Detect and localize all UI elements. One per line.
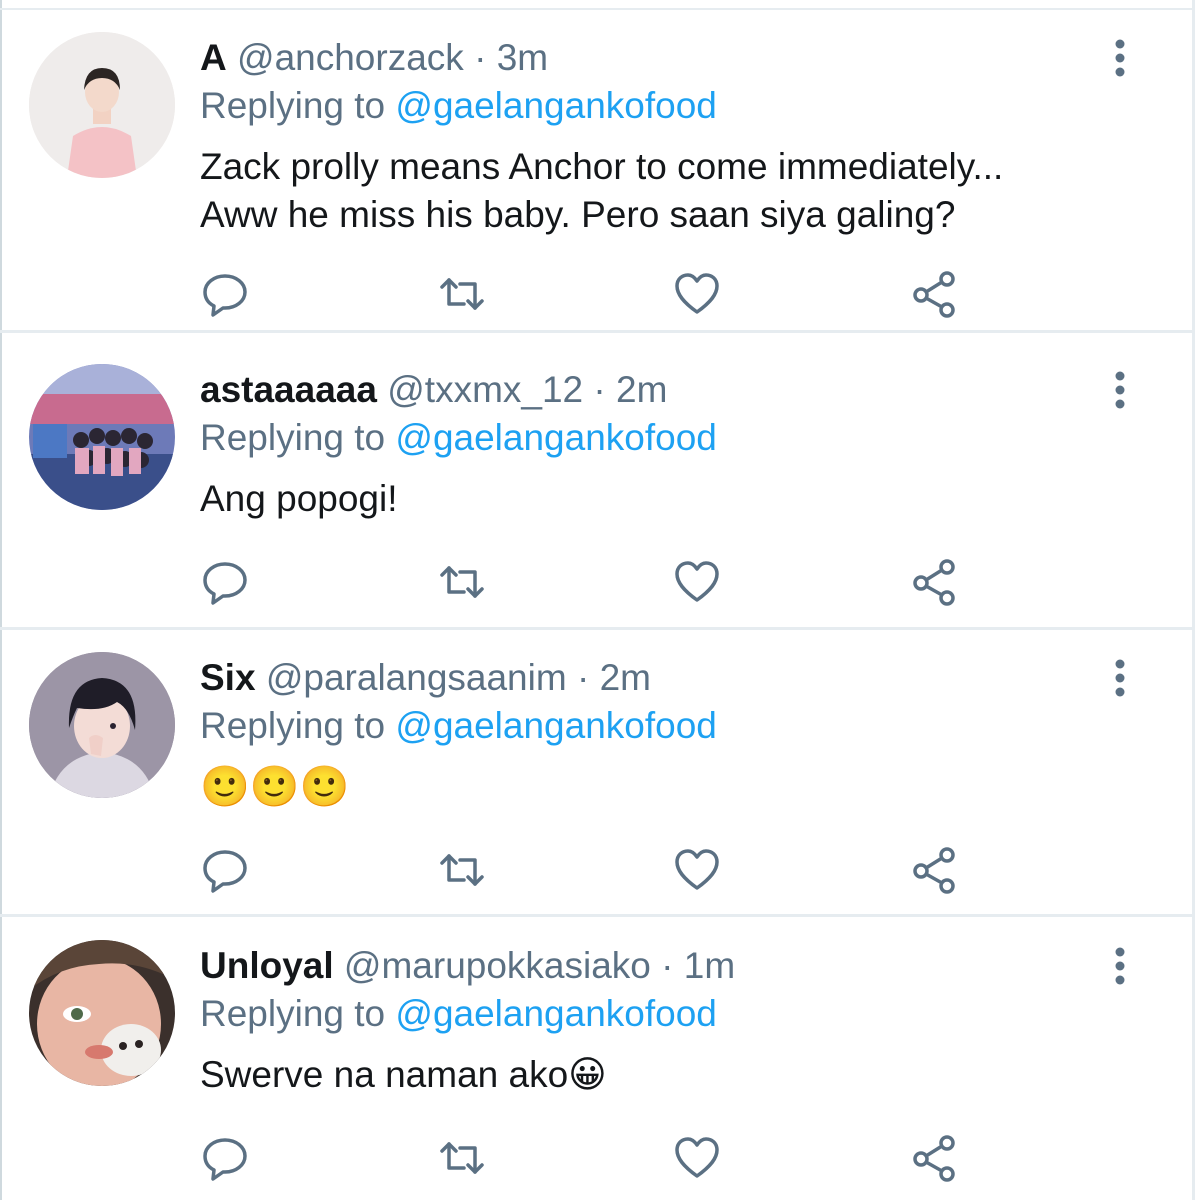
user-handle[interactable]: @anchorzack [237,37,464,78]
tweet-text: 🙂🙂🙂 [200,763,1100,811]
tweet-text: Zack prolly means Anchor to come immedia… [200,143,1100,239]
separator-dot: · [474,37,487,78]
replying-to-handle[interactable]: @gaelangankofood [395,993,717,1034]
retweet-icon[interactable] [438,270,486,318]
reply-bubble-icon[interactable] [201,270,249,318]
tweet-text-line: Ang popogi! [200,478,398,519]
tweet-item[interactable]: Unloyal @marupokkasiako · 1m Replying to… [0,908,1195,1196]
reply-bubble-icon[interactable] [201,1134,249,1182]
tweet-header: astaaaaaa @txxmx_12 · 2m [200,368,667,412]
avatar[interactable] [29,32,175,178]
tweet-header: Six @paralangsaanim · 2m [200,656,651,700]
share-icon[interactable] [911,558,959,606]
replying-to-line: Replying to @gaelangankofood [200,416,717,460]
more-vertical-icon[interactable] [1104,658,1136,698]
heart-icon[interactable] [673,558,721,606]
replying-label: Replying to [200,417,386,458]
timestamp[interactable]: 1m [684,945,735,986]
replying-to-line: Replying to @gaelangankofood [200,704,717,748]
tweet-item[interactable]: astaaaaaa @txxmx_12 · 2m Replying to @ga… [0,332,1195,630]
timestamp[interactable]: 2m [600,657,651,698]
share-icon[interactable] [911,1134,959,1182]
user-handle[interactable]: @marupokkasiako [344,945,651,986]
retweet-icon[interactable] [438,558,486,606]
tweet-emoji: 🙂🙂🙂 [200,765,350,809]
reply-bubble-icon[interactable] [201,558,249,606]
tweet-item[interactable]: Six @paralangsaanim · 2m Replying to @ga… [0,620,1195,917]
tweet-header: A @anchorzack · 3m [200,36,548,80]
display-name[interactable]: astaaaaaa [200,369,377,410]
replying-label: Replying to [200,993,386,1034]
tweet-header: Unloyal @marupokkasiako · 1m [200,944,735,988]
avatar[interactable] [29,652,175,798]
replying-to-handle[interactable]: @gaelangankofood [395,417,717,458]
replying-to-handle[interactable]: @gaelangankofood [395,705,717,746]
more-vertical-icon[interactable] [1104,370,1136,410]
timestamp[interactable]: 3m [497,37,548,78]
tweet-text: Ang popogi! [200,475,1100,523]
replying-label: Replying to [200,705,386,746]
user-handle[interactable]: @paralangsaanim [266,657,567,698]
avatar[interactable] [29,364,175,510]
tweet-text-line: Aww he miss his baby. Pero saan siya gal… [200,194,956,235]
display-name[interactable]: Six [200,657,256,698]
separator-dot: · [593,369,606,410]
display-name[interactable]: A [200,37,227,78]
avatar[interactable] [29,940,175,1086]
reply-bubble-icon[interactable] [201,846,249,894]
tweet-item[interactable]: A @anchorzack · 3m Replying to @gaelanga… [0,0,1195,333]
replying-to-handle[interactable]: @gaelangankofood [395,85,717,126]
separator-dot: · [576,657,590,698]
replying-label: Replying to [200,85,386,126]
separator-dot: · [661,945,674,986]
timestamp[interactable]: 2m [616,369,667,410]
tweet-text-line: Zack prolly means Anchor to come immedia… [200,146,1004,187]
more-vertical-icon[interactable] [1104,38,1136,78]
replying-to-line: Replying to @gaelangankofood [200,992,717,1036]
user-handle[interactable]: @txxmx_12 [387,369,583,410]
heart-icon[interactable] [673,846,721,894]
replying-to-line: Replying to @gaelangankofood [200,84,717,128]
heart-icon[interactable] [673,270,721,318]
tweet-text-line: Swerve na naman ako😀 [200,1051,1100,1099]
tweet-text: Swerve na naman ako😀 [200,1051,1100,1099]
share-icon[interactable] [911,846,959,894]
tweet-text-content: Swerve na naman ako [200,1054,569,1095]
display-name[interactable]: Unloyal [200,945,334,986]
retweet-icon[interactable] [438,1134,486,1182]
retweet-icon[interactable] [438,846,486,894]
share-icon[interactable] [911,270,959,318]
tweet-emoji: 😀 [568,1054,607,1095]
heart-icon[interactable] [673,1134,721,1182]
more-vertical-icon[interactable] [1104,946,1136,986]
